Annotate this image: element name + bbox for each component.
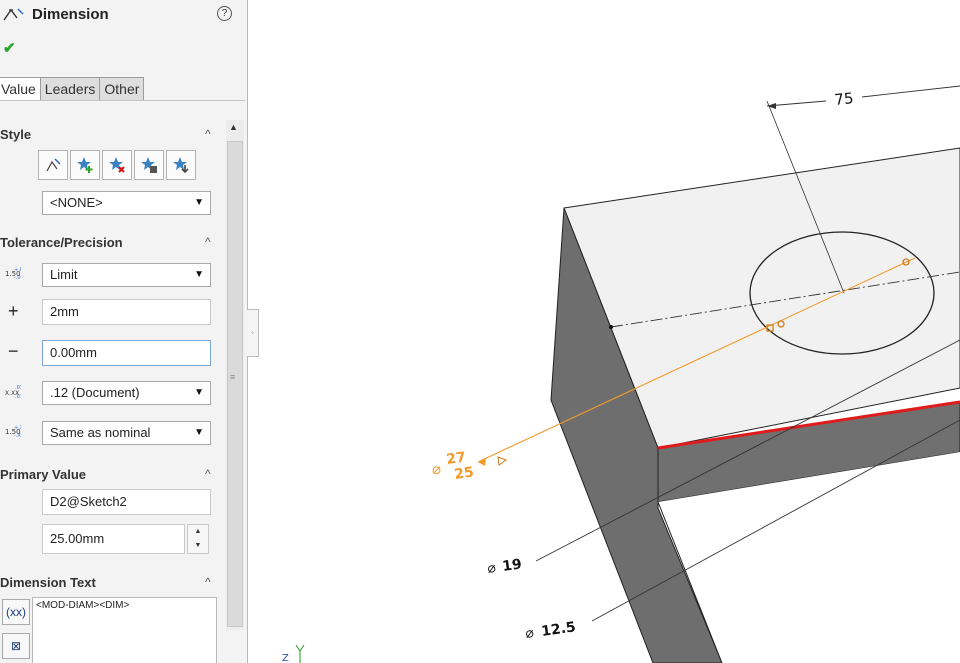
dimension-icon (2, 6, 24, 24)
svg-text:+.XX: +.XX (14, 425, 21, 431)
dim-75-line-right (861, 85, 960, 98)
primary-value-section-header: Primary Value (0, 467, 86, 482)
svg-text:-.01: -.01 (14, 275, 21, 280)
unit-precision-dropdown[interactable]: .12 (Document) ▼ (42, 381, 211, 405)
minus-label: − (8, 341, 19, 361)
favorite-style-dropdown[interactable]: <NONE> ▼ (42, 191, 211, 215)
add-parentheses-icon[interactable]: (xx) (2, 599, 30, 625)
svg-text:+.01: +.01 (14, 267, 21, 273)
dimension-text-collapse-icon[interactable]: ^ (205, 575, 211, 589)
dimension-text-area[interactable]: <MOD-DIAM><DIM> (32, 597, 217, 663)
svg-text:-.XX: -.XX (14, 433, 21, 438)
dimension-style-icon[interactable] (38, 150, 68, 180)
chevron-down-icon: ▼ (194, 427, 204, 438)
style-collapse-icon[interactable]: ^ (205, 127, 211, 141)
panel-title: Dimension (32, 6, 109, 23)
dim-19-text: 19 (501, 556, 523, 575)
help-icon[interactable]: ? (217, 6, 232, 21)
spin-down-icon[interactable]: ▼ (188, 539, 208, 553)
tolerance-section-header: Tolerance/Precision (0, 235, 123, 250)
maximum-variation-input[interactable]: 2mm (42, 299, 211, 325)
dim-12-5-text: 12.5 (540, 619, 576, 640)
graphics-area[interactable]: 75 ⌀ 27 25 ⌀ 19 ⌀ 12.5 Z (248, 0, 960, 663)
tab-leaders[interactable]: Leaders (39, 77, 101, 101)
favorite-style-value: <NONE> (50, 195, 103, 210)
scroll-up-icon[interactable]: ▲ (229, 122, 238, 132)
tab-bar: Value Leaders Other (0, 77, 145, 101)
tolerance-collapse-icon[interactable]: ^ (205, 235, 211, 249)
dim-75-text: 75 (834, 89, 855, 109)
triad-axis-fork-1 (295, 644, 301, 652)
scroll-grip-icon: ≡ (230, 372, 236, 382)
primary-value-input[interactable]: 25.00mm (42, 524, 185, 554)
dim-lower-limit: 25 (453, 464, 475, 483)
unit-precision-value: .12 (Document) (50, 385, 140, 400)
tab-value[interactable]: Value (0, 77, 41, 101)
svg-text:.01: .01 (15, 385, 21, 391)
dim-12-5-symbol: ⌀ (524, 625, 535, 642)
dim-19-symbol: ⌀ (486, 560, 497, 577)
tolerance-type-icon: 1.50+.01-.01 (5, 266, 26, 281)
dimension-name-input[interactable]: D2@Sketch2 (42, 489, 211, 515)
triad-axis-fork-2 (299, 644, 305, 652)
primary-value-collapse-icon[interactable]: ^ (205, 467, 211, 481)
value-spinner[interactable]: ▲ ▼ (187, 524, 209, 554)
chevron-down-icon: ▼ (194, 269, 204, 280)
triad-z-label: Z (282, 653, 289, 663)
delete-favorite-icon[interactable] (102, 150, 132, 180)
minimum-variation-input[interactable]: 0.00mm (42, 340, 211, 366)
chevron-down-icon: ▼ (194, 197, 204, 208)
chevron-down-icon: ▼ (194, 387, 204, 398)
panel-resize-handle[interactable]: ◦ (247, 309, 259, 357)
tolerance-type-value: Limit (50, 267, 78, 282)
svg-text:.01: .01 (15, 394, 21, 399)
style-section-header: Style (0, 127, 32, 142)
dim-diameter-symbol: ⌀ (432, 460, 441, 478)
style-icon-toolbar (38, 150, 198, 180)
save-favorite-icon[interactable] (134, 150, 164, 180)
tab-divider (0, 100, 245, 101)
dimension-text-section-header: Dimension Text (0, 575, 96, 590)
plus-label: + (8, 301, 19, 321)
tolerance-precision-icon: 1.50+.XX-.XX (5, 424, 27, 439)
vertex-point (609, 325, 613, 329)
leader-arrow-2 (497, 456, 508, 466)
unit-precision-icon: X.XX.01.01 (5, 385, 23, 400)
property-manager-panel: Dimension ? ✔ Value Leaders Other Style … (0, 0, 248, 663)
spin-up-icon[interactable]: ▲ (188, 525, 208, 539)
tolerance-type-dropdown[interactable]: Limit ▼ (42, 263, 211, 287)
tolerance-precision-dropdown[interactable]: Same as nominal ▼ (42, 421, 211, 445)
tolerance-precision-value: Same as nominal (50, 425, 151, 440)
load-favorite-icon[interactable] (166, 150, 196, 180)
leader-arrow-1 (478, 458, 486, 466)
add-favorite-icon[interactable] (70, 150, 100, 180)
center-dimension-icon[interactable]: ⊠ (2, 633, 30, 659)
tab-other[interactable]: Other (99, 77, 145, 101)
scrollbar-thumb[interactable] (227, 141, 243, 627)
ok-checkmark-icon[interactable]: ✔ (3, 39, 16, 57)
